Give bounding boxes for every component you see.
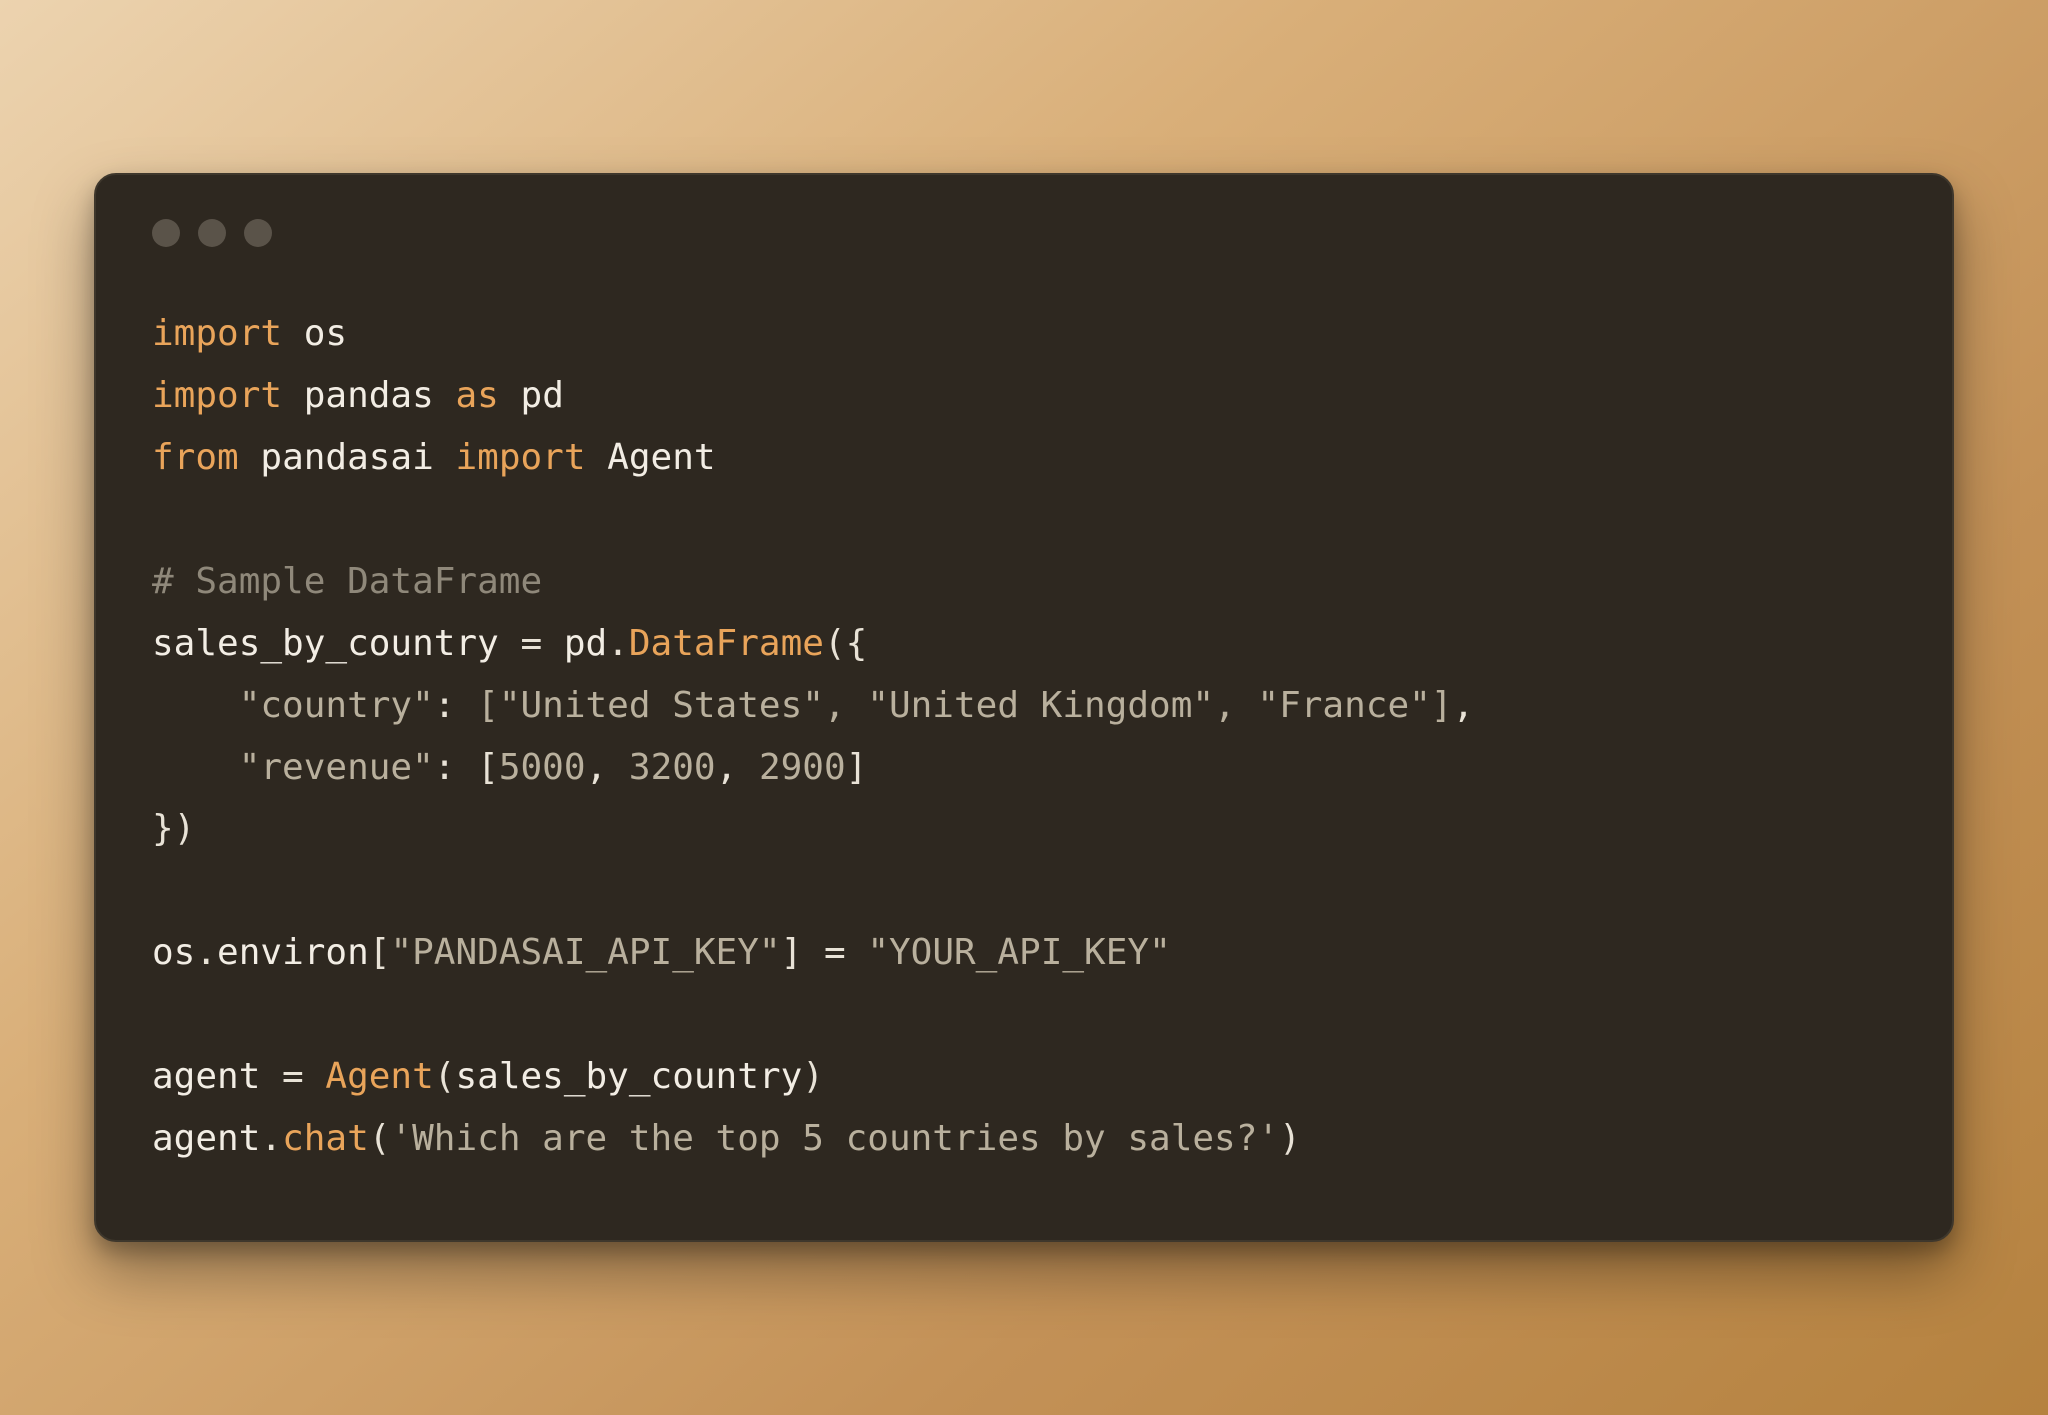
colon: : (434, 747, 477, 788)
bracket-open: [ (477, 747, 499, 788)
code-line-13: agent = Agent(sales_by_country) (152, 1056, 824, 1097)
operator-eq: = (499, 623, 564, 664)
code-line-9: }) (152, 808, 195, 849)
bracket-open: [ (369, 932, 391, 973)
func-dataframe: DataFrame (629, 623, 824, 664)
brace-open: ({ (824, 623, 867, 664)
comma: , (1452, 685, 1474, 726)
traffic-light-minimize-icon[interactable] (198, 219, 226, 247)
string-list-countries: ["United States", "United Kingdom", "Fra… (477, 685, 1452, 726)
keyword-import: import (455, 437, 585, 478)
identifier-environ: environ (217, 932, 369, 973)
identifier-agent: agent (152, 1056, 260, 1097)
keyword-as: as (455, 375, 498, 416)
number-2900: 2900 (759, 747, 846, 788)
func-chat: chat (282, 1118, 369, 1159)
paren-open: ( (434, 1056, 456, 1097)
indent (152, 747, 239, 788)
code-line-11: os.environ["PANDASAI_API_KEY"] = "YOUR_A… (152, 932, 1171, 973)
code-block: import os import pandas as pd from panda… (152, 303, 1896, 1170)
indent (152, 685, 239, 726)
string-api-key-name: "PANDASAI_API_KEY" (390, 932, 780, 973)
string-key-country: "country" (239, 685, 434, 726)
identifier-os: os (152, 932, 195, 973)
operator-eq: = (260, 1056, 325, 1097)
number-5000: 5000 (499, 747, 586, 788)
identifier-pd: pd (564, 623, 607, 664)
code-window: import os import pandas as pd from panda… (94, 173, 1954, 1242)
identifier-os: os (304, 313, 347, 354)
comma: , (586, 747, 629, 788)
code-line-2: import pandas as pd (152, 375, 564, 416)
colon: : (434, 685, 477, 726)
paren-open: ( (369, 1118, 391, 1159)
bracket-close: ] (781, 932, 803, 973)
comma: , (716, 747, 759, 788)
bracket-close: ] (846, 747, 868, 788)
identifier-sales-by-country: sales_by_country (455, 1056, 802, 1097)
code-line-3: from pandasai import Agent (152, 437, 716, 478)
code-line-7: "country": ["United States", "United Kin… (152, 685, 1474, 726)
traffic-light-close-icon[interactable] (152, 219, 180, 247)
string-key-revenue: "revenue" (239, 747, 434, 788)
traffic-light-zoom-icon[interactable] (244, 219, 272, 247)
comment: # Sample DataFrame (152, 561, 542, 602)
func-agent: Agent (325, 1056, 433, 1097)
identifier-pd: pd (521, 375, 564, 416)
dot: . (260, 1118, 282, 1159)
operator-eq: = (802, 932, 867, 973)
keyword-import: import (152, 375, 282, 416)
code-line-1: import os (152, 313, 347, 354)
dot: . (195, 932, 217, 973)
window-controls (152, 219, 1896, 247)
code-line-14: agent.chat('Which are the top 5 countrie… (152, 1118, 1301, 1159)
paren-close: ) (802, 1056, 824, 1097)
keyword-import: import (152, 313, 282, 354)
identifier-agent: agent (152, 1118, 260, 1159)
identifier-agent: Agent (607, 437, 715, 478)
paren-close: ) (1279, 1118, 1301, 1159)
number-3200: 3200 (629, 747, 716, 788)
dot: . (607, 623, 629, 664)
identifier-pandasai: pandasai (260, 437, 433, 478)
identifier-pandas: pandas (304, 375, 434, 416)
brace-close: }) (152, 808, 195, 849)
code-line-6: sales_by_country = pd.DataFrame({ (152, 623, 867, 664)
identifier-sales-by-country: sales_by_country (152, 623, 499, 664)
code-line-8: "revenue": [5000, 3200, 2900] (152, 747, 867, 788)
string-api-key-value: "YOUR_API_KEY" (867, 932, 1170, 973)
keyword-from: from (152, 437, 239, 478)
string-prompt: 'Which are the top 5 countries by sales?… (390, 1118, 1279, 1159)
code-line-5: # Sample DataFrame (152, 561, 542, 602)
